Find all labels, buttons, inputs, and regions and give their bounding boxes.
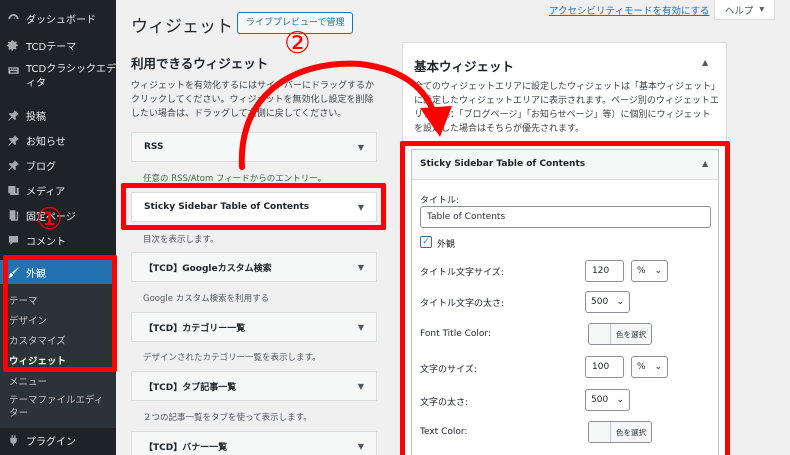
annotation-arrow — [238, 60, 452, 170]
